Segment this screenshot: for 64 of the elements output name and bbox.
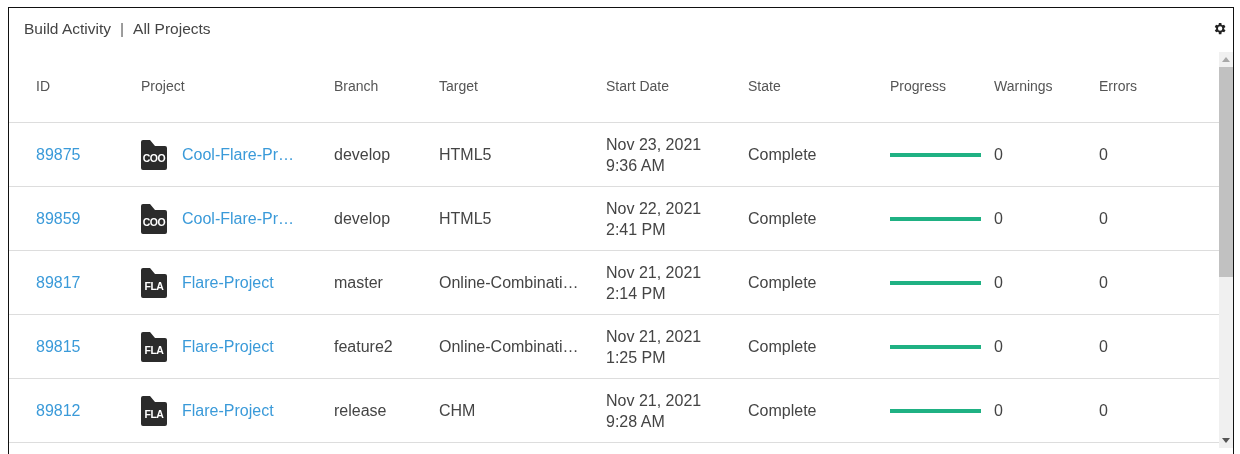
table-cell: Complete <box>748 273 817 292</box>
table-cell: Complete <box>748 337 817 356</box>
table-cell: Complete <box>748 401 817 420</box>
table-cell: Complete <box>748 145 817 164</box>
project-link[interactable]: Flare-Project <box>182 337 274 356</box>
project-link[interactable]: Flare-Project <box>182 401 274 420</box>
table-cell: 0 <box>1099 145 1108 164</box>
title-separator: | <box>120 20 125 38</box>
table-cell-text: 1:25 PM <box>606 347 667 368</box>
column-header[interactable]: State <box>748 78 890 94</box>
column-header[interactable]: Branch <box>334 78 439 94</box>
table-cell-text: 9:36 AM <box>606 155 666 176</box>
panel-title: Build Activity <box>24 20 111 38</box>
table-cell: develop <box>334 209 391 228</box>
table-cell: Online-Combinati… <box>439 337 579 356</box>
build-id-link[interactable]: 89859 <box>36 209 81 228</box>
column-header[interactable]: ID <box>36 78 141 94</box>
table-cell: release <box>334 401 387 420</box>
folder-icon: FLA <box>141 267 167 298</box>
table-cell-text: Nov 21, 2021 <box>606 390 703 411</box>
table-cell: HTML5 <box>439 145 492 164</box>
table-cell: CHM <box>439 401 476 420</box>
table-cell: 0 <box>1099 337 1108 356</box>
table-cell: develop <box>334 145 391 164</box>
folder-icon: COO <box>141 139 167 170</box>
column-header[interactable]: Errors <box>1099 78 1219 94</box>
column-header[interactable]: Target <box>439 78 606 94</box>
folder-icon: FLA <box>141 331 167 362</box>
table-cell: HTML5 <box>439 209 492 228</box>
folder-icon: COO <box>141 203 167 234</box>
table-cell: master <box>334 273 383 292</box>
column-header[interactable]: Project <box>141 78 334 94</box>
column-header[interactable]: Progress <box>890 78 994 94</box>
table-cell: Online-Combinati… <box>439 273 579 292</box>
table-cell: 0 <box>1099 401 1108 420</box>
table-cell: 0 <box>994 145 1003 164</box>
table-cell-text: Nov 22, 2021 <box>606 198 703 219</box>
table-cell-text: Nov 21, 2021 <box>606 262 703 283</box>
build-id-link[interactable]: 89875 <box>36 145 81 164</box>
build-id-link[interactable]: 89815 <box>36 337 81 356</box>
project-link[interactable]: Flare-Project <box>182 273 274 292</box>
table-cell: 0 <box>994 337 1003 356</box>
table-cell: 0 <box>1099 273 1108 292</box>
table-cell-text: 9:28 AM <box>606 411 666 432</box>
scrollbar[interactable] <box>1219 52 1233 448</box>
column-header[interactable]: Start Date <box>606 78 748 94</box>
table-cell-text: Nov 23, 2021 <box>606 134 703 155</box>
table-cell-text: Nov 21, 2021 <box>606 326 703 347</box>
table-cell-text: 2:41 PM <box>606 219 667 240</box>
build-id-link[interactable]: 89812 <box>36 401 81 420</box>
build-id-link[interactable]: 89817 <box>36 273 81 292</box>
table-cell: Complete <box>748 209 817 228</box>
table-cell: feature2 <box>334 337 393 356</box>
table-cell-text: 2:14 PM <box>606 283 667 304</box>
table-cell: 0 <box>994 401 1003 420</box>
settings-icon[interactable] <box>1212 20 1227 36</box>
column-header[interactable]: Warnings <box>994 78 1099 94</box>
table-cell: 0 <box>1099 209 1108 228</box>
table-cell: 0 <box>994 273 1003 292</box>
project-link[interactable]: Cool-Flare-Pr… <box>182 145 294 164</box>
table-cell: 0 <box>994 209 1003 228</box>
project-link[interactable]: Cool-Flare-Pr… <box>182 209 294 228</box>
folder-icon: FLA <box>141 395 167 426</box>
panel-scope: All Projects <box>133 20 211 38</box>
